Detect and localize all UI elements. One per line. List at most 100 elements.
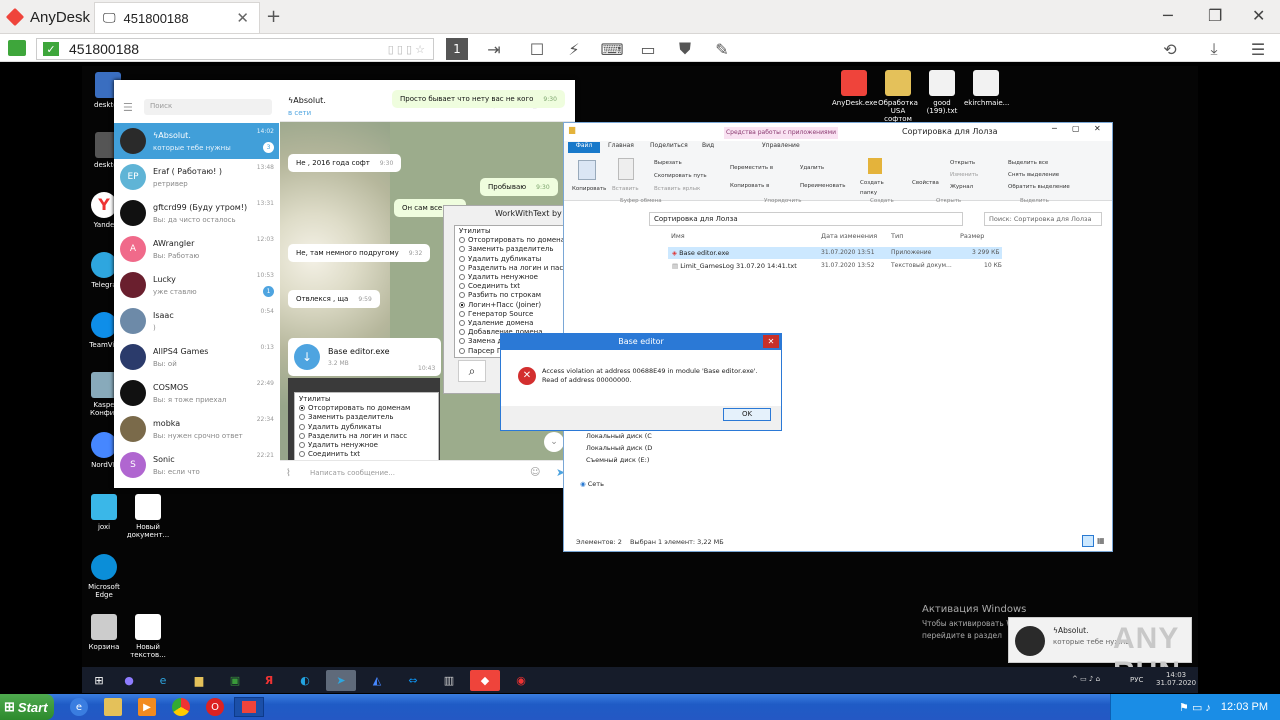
radio-button[interactable] [459,237,465,244]
error-dialog[interactable]: Base editor ✕ ✕ Access violation at addr… [500,333,782,431]
chrome-icon[interactable] [172,698,190,716]
nav-network[interactable]: ◉ Сеть [580,480,604,488]
nav-drive-e[interactable]: Съемный диск (E:) [586,456,649,464]
open-button[interactable]: Открыть [950,158,975,168]
tab-file[interactable]: Файл [568,142,600,153]
chat-item[interactable]: mobka Вы: нужен срочно ответ 22:34 [114,411,279,447]
radio-button[interactable] [459,283,465,290]
remote-clock[interactable]: 14:03 31.07.2020 [1156,671,1196,687]
message-bubble[interactable]: Не , 2016 года софт 9:30 [288,154,402,172]
column-size[interactable]: Размер [960,232,984,240]
emoji-icon[interactable]: ☺ [530,467,540,478]
minimize-icon[interactable]: ─ [1163,6,1173,25]
desktop-icon[interactable]: Корзина [82,614,126,651]
draw-icon[interactable]: ✎ [710,38,734,60]
close-icon[interactable]: ✕ [1252,6,1265,25]
radio-button[interactable] [459,329,465,336]
edge-icon[interactable]: ◐ [290,670,320,691]
context-tab[interactable]: Средства работы с приложениями [724,127,838,139]
invert-selection-button[interactable]: Обратить выделение [1008,182,1070,192]
copy-path-button[interactable]: Скопировать путь [654,171,707,181]
rename-button[interactable]: Переименовать [800,181,846,191]
column-type[interactable]: Тип [891,232,903,240]
tab-home[interactable]: Главная [608,142,634,149]
chat-icon[interactable]: ☐ [525,38,549,60]
yandex-browser-icon[interactable]: Я [254,670,284,691]
file-message[interactable]: ↓ Base editor.exe 3.2 MB 10:43 [288,338,441,376]
copy-to-button[interactable]: Копировать в [730,181,769,191]
magnifier-icon[interactable]: ⌕ [458,360,486,382]
radio-button[interactable] [459,292,465,299]
new-folder-button[interactable]: Создать папку [860,178,890,198]
desktop-icon[interactable]: Microsoft Edge [82,554,126,599]
folder-icon[interactable] [104,698,122,716]
radio-button[interactable] [459,255,465,262]
telegram-task-icon[interactable]: ➤ [326,670,356,691]
chat-item[interactable]: Lucky уже ставлю 10:53 1 [114,267,279,303]
radio-button[interactable] [459,274,465,281]
app-task-icon[interactable]: ◉ [506,670,536,691]
desktop-icon[interactable]: good (199).txt [920,70,964,115]
radio-button[interactable] [459,320,465,327]
desktop-icon[interactable]: joxi [82,494,126,531]
monitor-select-button[interactable]: 1 [446,38,468,60]
message-bubble[interactable]: Отвлекся , ща 9:59 [288,290,380,308]
download-icon[interactable]: ↓ [294,344,320,370]
opera-icon[interactable]: O [206,698,224,716]
actions-icon[interactable]: ⚡ [562,38,586,60]
keyboard-icon[interactable]: ⌨ [600,38,624,60]
close-icon[interactable]: ✕ [763,335,779,348]
message-bubble[interactable]: Пробываю 9:30 [480,178,558,196]
chat-item[interactable]: A AWrangler Вы: Работаю 12:03 [114,231,279,267]
radio-button[interactable] [459,310,465,317]
attach-icon[interactable]: ⌇ [286,468,291,479]
tiles-view-icon[interactable]: ▦ [1097,536,1105,545]
start-button[interactable]: ⊞ Start [0,694,54,720]
cut-button[interactable]: Вырезать [654,158,682,168]
search-input[interactable]: Поиск: Сортировка для Лолза [984,212,1102,226]
privacy-icon[interactable]: ⛊ [673,38,697,60]
new-tab-icon[interactable]: + [266,6,281,27]
radio-button[interactable] [459,347,465,354]
tray-clock[interactable]: 12:03 PM [1221,701,1268,713]
details-view-icon[interactable] [1082,535,1094,547]
desktop-icon[interactable]: Обработка USA софтом [876,70,920,123]
menu-icon[interactable]: ☰ [1246,38,1270,60]
tab-view[interactable]: Вид [702,142,714,149]
connection-status-icon[interactable] [8,40,26,56]
address-bar[interactable]: Сортировка для Лолза [649,212,963,226]
select-all-button[interactable]: Выделить все [1008,158,1048,168]
chat-item[interactable]: COSMOS Вы: я тоже приехал 22:49 [114,375,279,411]
desktop-icon[interactable]: Новый документ... [126,494,170,539]
file-name[interactable]: ▤ Limit_GamesLog 31.07.20 14:41.txt [672,262,797,270]
alice-icon[interactable]: ● [114,670,144,691]
desktop-icon[interactable]: ekirchmaie... [964,70,1009,107]
paste-button[interactable]: Вставить [612,184,639,194]
column-name[interactable]: Имя [671,232,685,240]
delete-button[interactable]: Удалить [800,163,824,173]
paste-shortcut-button[interactable]: Вставить ярлык [654,184,700,194]
store-icon[interactable]: ▣ [220,670,250,691]
properties-button[interactable]: Свойства [912,178,939,188]
address-field[interactable]: ✓ 451800188 ▯ ▯ ▯ ☆ [36,38,434,60]
tab-manage[interactable]: Управление [762,142,800,149]
close-tab-icon[interactable]: ✕ [236,9,249,27]
chat-item[interactable]: ϟAbsolut. которые тебе нужны 14:02 3 [114,123,279,159]
history-button[interactable]: Журнал [950,182,973,192]
search-input[interactable]: Поиск [144,99,272,115]
copy-button[interactable]: Копировать [572,184,606,194]
media-icon[interactable]: ▶ [138,698,156,716]
tray-icons[interactable]: ^ ▭ ♪ ⌂ [1072,675,1100,683]
message-bubble[interactable]: Не, там немного подругому 9:32 [288,244,431,262]
chat-title[interactable]: ϟAbsolut. [288,96,326,105]
explorer-icon[interactable]: ▆ [184,670,214,691]
ie-icon[interactable]: e [148,670,178,691]
switch-sides-icon[interactable]: ⇥ [482,38,506,60]
workwithtext-task-icon[interactable]: ▥ [434,670,464,691]
nordvpn-task-icon[interactable]: ◭ [362,670,392,691]
windows-start-icon[interactable]: ⊞ [84,670,114,691]
chat-item[interactable]: EP Eraf ( Работаю! ) ретривер 13:48 [114,159,279,195]
lang-indicator[interactable]: РУС [1130,676,1143,684]
maximize-icon[interactable]: ❐ [1208,6,1222,25]
display-icon[interactable]: ▭ [636,38,660,60]
